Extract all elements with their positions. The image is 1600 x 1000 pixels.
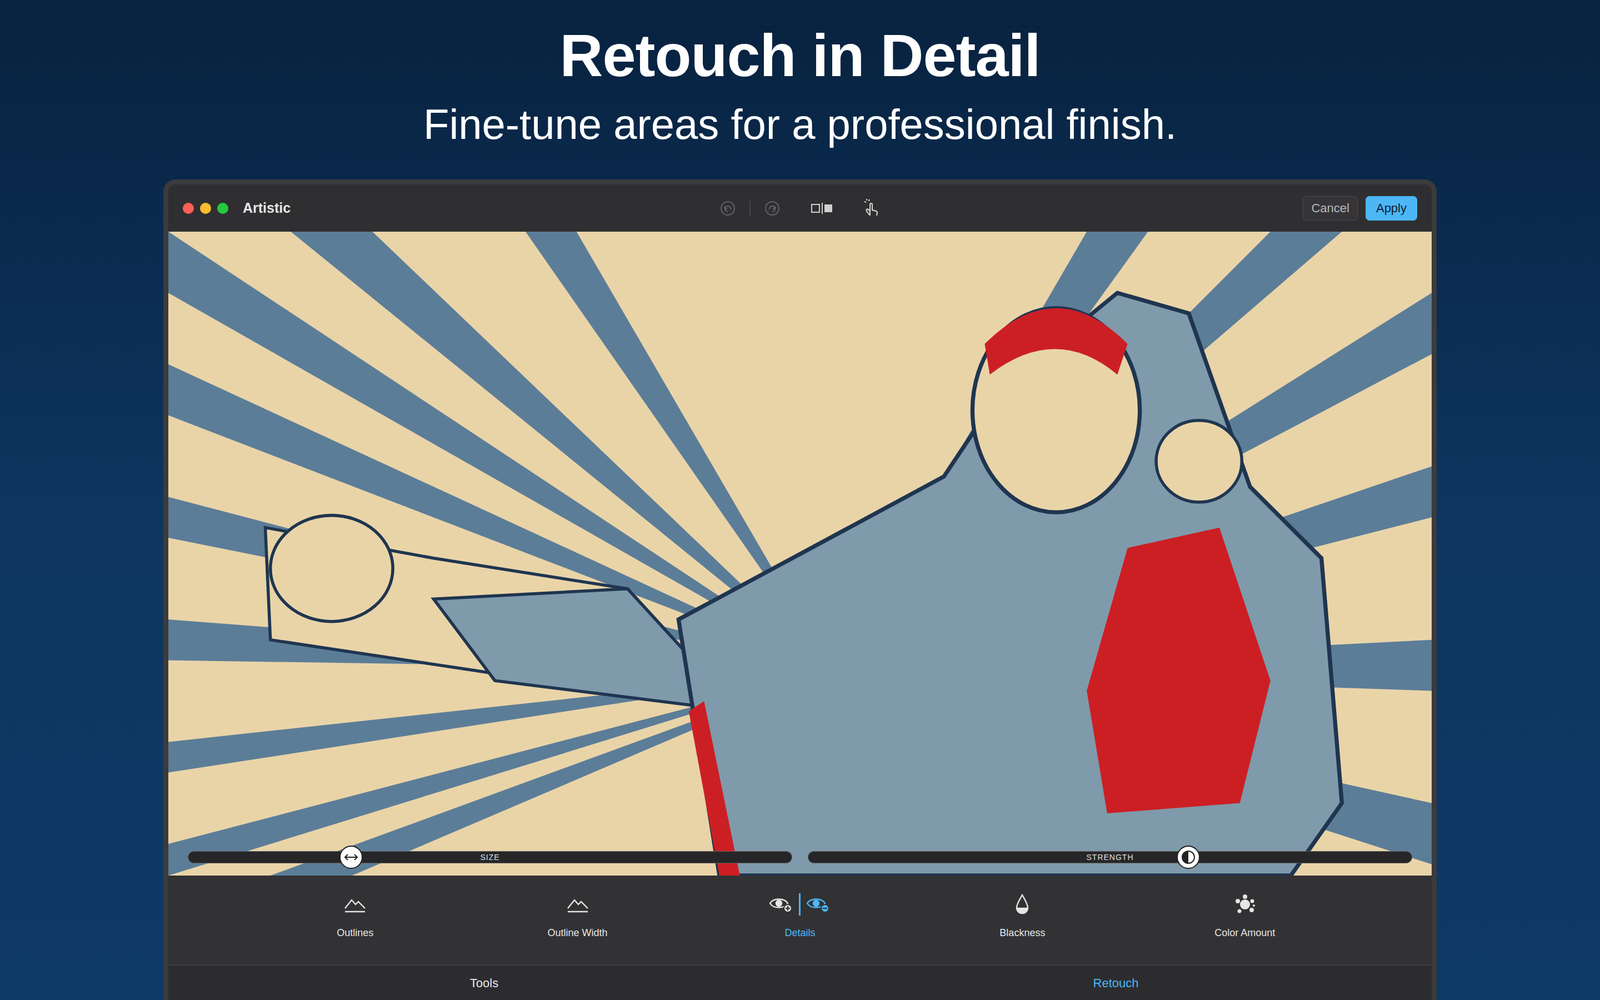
mountain-icon (566, 895, 590, 914)
tool-label: Outlines (336, 926, 374, 939)
tool-icon-box (1233, 892, 1257, 917)
minimize-button[interactable] (200, 202, 212, 214)
tool-label: Outline Width (547, 926, 608, 939)
redo-icon[interactable] (762, 198, 782, 218)
tool-label: Color Amount (1214, 926, 1275, 939)
window-title: Artistic (242, 197, 291, 219)
slider-track[interactable]: STRENGTH (807, 851, 1413, 864)
slider-knob[interactable] (339, 845, 363, 869)
slider-fill (188, 851, 352, 863)
tool-icon-box (768, 892, 831, 917)
tool-button[interactable]: Outlines (243, 875, 467, 965)
strength-circle-icon (1181, 850, 1196, 865)
tool-label: Blackness (999, 926, 1045, 939)
mountain-icon (343, 895, 367, 914)
tab-label: Tools (470, 975, 499, 1000)
tool-icon-box (343, 892, 367, 917)
zoom-button[interactable] (217, 202, 229, 214)
tab-label: Retouch (1093, 975, 1139, 1000)
tab[interactable]: Retouch (800, 965, 1432, 1000)
drop-icon (1013, 893, 1031, 916)
divider (798, 893, 801, 916)
eye-icon (806, 895, 831, 914)
hand-pointer-icon[interactable] (861, 198, 882, 219)
slider-label: SIZE (480, 853, 500, 862)
eye-icon (768, 895, 794, 914)
slider-label: STRENGTH (1086, 853, 1134, 862)
tool-button[interactable]: Outline Width (466, 875, 689, 965)
compare-icon[interactable] (809, 198, 834, 218)
slider-track[interactable]: SIZE (187, 851, 793, 864)
slider-knob[interactable] (1176, 845, 1200, 869)
tool-bar: Outlines Outline Width Details Blackness Col… (168, 875, 1432, 965)
apply-button[interactable]: Apply (1365, 196, 1418, 221)
close-button[interactable] (182, 202, 194, 214)
resize-arrows-icon (343, 852, 359, 862)
slider-fill (808, 851, 1189, 863)
app-window: Artistic Cancel Apply (163, 179, 1437, 1000)
title-bar: Artistic Cancel Apply (168, 184, 1432, 232)
tool-button[interactable]: Details (688, 875, 912, 965)
tool-icon-box (566, 892, 590, 917)
artwork-image (168, 231, 1432, 876)
subheadline: Fine-tune areas for a professional finis… (423, 99, 1177, 150)
tab[interactable]: Tools (168, 965, 800, 1000)
headline: Retouch in Detail (559, 22, 1040, 89)
undo-icon[interactable] (718, 198, 738, 218)
tool-button[interactable]: Blackness (911, 875, 1134, 965)
tab-bar: Tools Retouch (168, 964, 1432, 1000)
splat-icon (1233, 893, 1257, 916)
tool-button[interactable]: Color Amount (1133, 875, 1357, 965)
artwork-canvas[interactable]: SIZE STRENGTH (168, 231, 1432, 876)
tool-label: Details (784, 926, 815, 939)
cancel-button[interactable]: Cancel (1302, 196, 1358, 221)
tool-icon-box (1013, 892, 1031, 917)
